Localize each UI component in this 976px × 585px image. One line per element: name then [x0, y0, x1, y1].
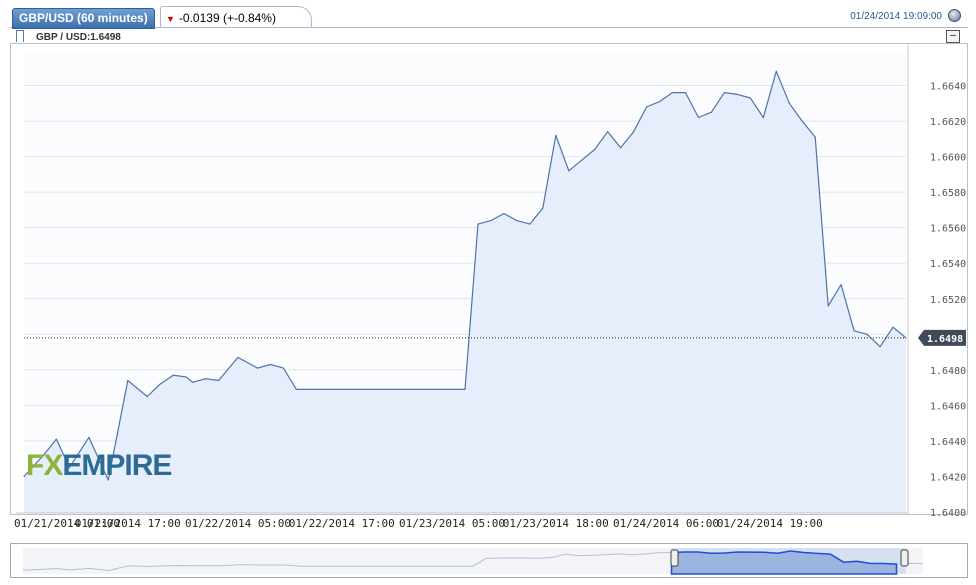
last-price-label: 1.6498 [927, 334, 963, 345]
data-point [658, 100, 661, 103]
data-point [477, 223, 479, 225]
data-point [146, 395, 148, 398]
navigator-svg [22, 548, 924, 575]
data-point [23, 475, 25, 478]
chart-navigator[interactable] [10, 543, 968, 578]
data-point [671, 92, 674, 94]
y-tick-label: 1.6420 [930, 472, 966, 483]
y-tick-label: 1.6400 [930, 508, 966, 519]
data-point [55, 438, 58, 440]
data-point [438, 388, 440, 390]
data-point [723, 92, 726, 94]
data-point [710, 111, 713, 113]
data-point [788, 102, 790, 104]
data-point [736, 93, 738, 96]
x-tick-label: 01/23/2014 05:00 [399, 517, 505, 530]
data-point [172, 374, 174, 376]
data-point [827, 305, 829, 307]
data-point [204, 378, 207, 380]
x-tick-label: 01/21/2014 17:00 [75, 517, 181, 530]
data-point [853, 330, 855, 332]
x-tick-label: 01/22/2014 17:00 [289, 517, 395, 530]
data-point [620, 147, 622, 149]
data-point [127, 379, 129, 382]
data-point [529, 223, 531, 225]
y-tick-label: 1.6580 [930, 188, 966, 199]
y-tick-label: 1.6560 [930, 224, 966, 235]
data-point [879, 346, 881, 348]
y-tick-label: 1.6440 [930, 437, 966, 448]
data-point [542, 207, 544, 209]
data-point [295, 388, 297, 390]
data-point [581, 159, 583, 161]
data-point [568, 170, 570, 172]
y-tick-label: 1.6460 [930, 401, 966, 412]
data-point [697, 116, 700, 119]
x-tick-label: 01/22/2014 05:00 [185, 517, 291, 530]
data-point [321, 388, 323, 390]
data-point [425, 388, 427, 390]
data-point [237, 356, 239, 359]
y-tick-label: 1.6600 [930, 153, 966, 164]
data-point [360, 388, 362, 390]
data-point [840, 283, 842, 286]
data-point [412, 388, 414, 390]
data-point [516, 219, 518, 222]
data-point [217, 379, 220, 382]
data-point [269, 363, 272, 366]
data-point [645, 106, 648, 108]
data-point [464, 388, 466, 390]
x-tick-label: 01/24/2014 19:00 [717, 517, 823, 530]
data-point [88, 436, 90, 438]
data-point [892, 326, 894, 328]
data-point [282, 367, 285, 369]
data-point [347, 388, 349, 390]
y-tick-label: 1.6540 [930, 259, 966, 270]
data-point [684, 92, 687, 94]
data-point [749, 97, 751, 99]
data-point [775, 70, 777, 72]
data-point [633, 131, 635, 133]
y-tick-label: 1.6520 [930, 295, 966, 306]
data-point [814, 136, 816, 138]
data-point [334, 388, 336, 390]
data-point [399, 388, 401, 390]
data-point [762, 116, 764, 119]
data-point [801, 120, 803, 122]
data-point [373, 388, 375, 390]
data-point [555, 134, 557, 136]
data-point [308, 388, 310, 390]
x-tick-label: 01/23/2014 18:00 [503, 517, 609, 530]
y-tick-label: 1.6620 [930, 117, 966, 128]
x-tick-label: 01/24/2014 06:00 [613, 517, 719, 530]
data-point [256, 367, 259, 369]
data-point [451, 388, 453, 390]
data-point [503, 212, 505, 215]
navigator-right-handle[interactable] [900, 549, 909, 567]
data-point [490, 219, 492, 222]
data-point [607, 131, 609, 133]
data-point [159, 383, 161, 385]
data-point [185, 376, 187, 378]
data-point [866, 333, 868, 335]
data-point [386, 388, 388, 390]
data-point [594, 148, 596, 151]
y-tick-label: 1.6640 [930, 82, 966, 93]
data-point [192, 381, 194, 383]
fxempire-logo: FXEMPIRE [26, 449, 172, 482]
y-tick-label: 1.6480 [930, 366, 966, 377]
navigator-left-handle[interactable] [670, 549, 679, 567]
